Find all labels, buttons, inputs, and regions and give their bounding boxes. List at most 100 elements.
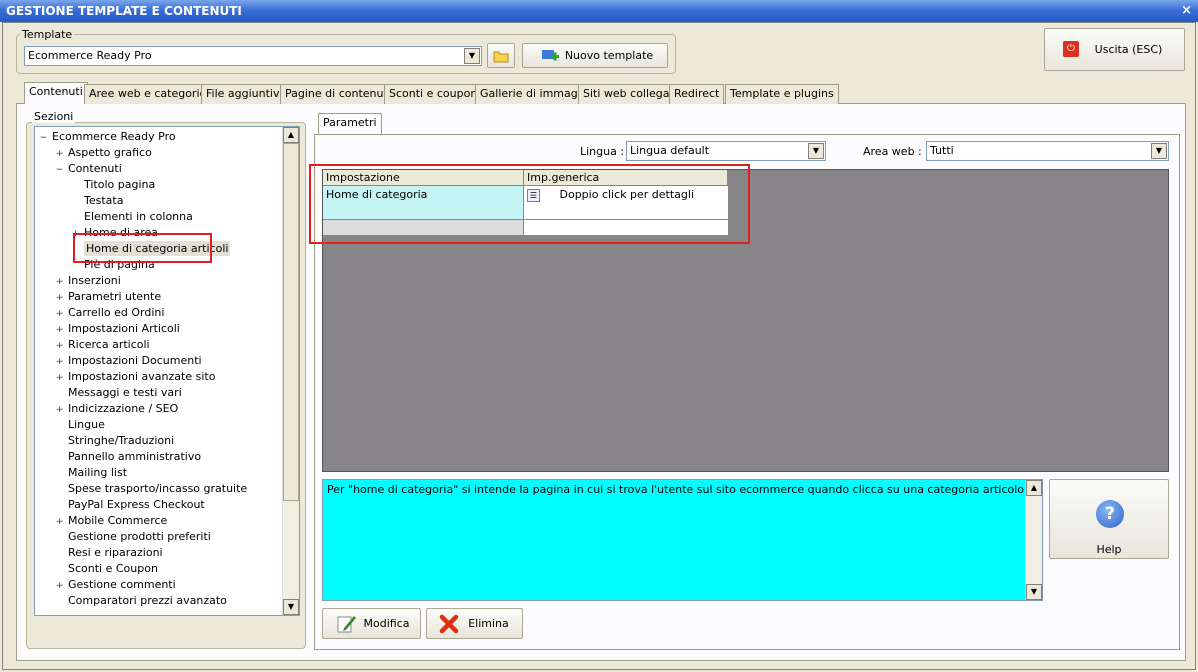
- close-icon[interactable]: ×: [1181, 0, 1192, 22]
- tree-item[interactable]: Elementi in colonna: [71, 209, 193, 225]
- tree-item[interactable]: + Ricerca articoli: [55, 337, 150, 353]
- help-button[interactable]: ? Help: [1049, 479, 1169, 559]
- open-folder-button[interactable]: [487, 43, 515, 68]
- expand-icon[interactable]: +: [55, 358, 64, 367]
- tree-item-label: Pannello amministrativo: [68, 450, 202, 463]
- area-web-select[interactable]: Tutti ▼: [926, 141, 1169, 161]
- tree-item[interactable]: + Inserzioni: [55, 273, 121, 289]
- tree-item-label: Impostazioni avanzate sito: [68, 370, 216, 383]
- scroll-down-icon[interactable]: ▼: [1026, 584, 1042, 600]
- tree-item[interactable]: Spese trasporto/incasso gratuite: [55, 481, 247, 497]
- template-select-value: Ecommerce Ready Pro: [28, 49, 152, 62]
- tab-contenuti[interactable]: Contenuti: [24, 82, 88, 104]
- tree-item-label: Ricerca articoli: [68, 338, 150, 351]
- area-web-label: Area web :: [863, 145, 922, 158]
- tree-root[interactable]: − Ecommerce Ready Pro: [39, 129, 176, 145]
- tree-item-label: Aspetto grafico: [68, 146, 152, 159]
- tree-scrollbar[interactable]: ▲ ▼: [282, 127, 299, 615]
- expand-icon[interactable]: +: [55, 582, 64, 591]
- tree-item-label: Testata: [84, 194, 124, 207]
- tree-item-label: Indicizzazione / SEO: [68, 402, 179, 415]
- tab-template-plugins[interactable]: Template e plugins: [725, 84, 839, 104]
- scroll-down-icon[interactable]: ▼: [283, 599, 299, 615]
- expand-icon[interactable]: +: [55, 518, 64, 527]
- tree-item[interactable]: + Carrello ed Ordini: [55, 305, 165, 321]
- exit-button[interactable]: ⏻ Uscita (ESC): [1044, 28, 1185, 71]
- tree-item-label: Mobile Commerce: [68, 514, 168, 527]
- description-text: Per "home di categoria" si intende la pa…: [327, 483, 1028, 496]
- chevron-down-icon[interactable]: ▼: [1151, 143, 1167, 159]
- elimina-button[interactable]: Elimina: [426, 608, 523, 639]
- new-template-button[interactable]: Nuovo template: [522, 43, 668, 68]
- tree-item[interactable]: Testata: [71, 193, 123, 209]
- collapse-icon[interactable]: −: [55, 166, 64, 175]
- scroll-thumb[interactable]: [283, 143, 299, 501]
- tab-siti-collegati[interactable]: Siti web collegati: [578, 84, 682, 104]
- tree-item-label: Elementi in colonna: [84, 210, 193, 223]
- tree-item[interactable]: Titolo pagina: [71, 177, 155, 193]
- tab-parametri[interactable]: Parametri: [318, 113, 382, 135]
- sections-tree[interactable]: − Ecommerce Ready Pro + Aspetto grafico − Con…: [34, 126, 300, 616]
- expand-icon[interactable]: +: [55, 150, 64, 159]
- collapse-icon[interactable]: −: [39, 134, 48, 143]
- scroll-up-icon[interactable]: ▲: [283, 127, 299, 143]
- tab-file-aggiuntivi[interactable]: File aggiuntivi: [201, 84, 288, 104]
- help-label: Help: [1096, 543, 1122, 556]
- tree-item-label: Stringhe/Traduzioni: [68, 434, 175, 447]
- tree-item-label: Contenuti: [68, 162, 122, 175]
- tree-item[interactable]: Messaggi e testi vari: [55, 385, 182, 401]
- tree-item-label: Impostazioni Articoli: [68, 322, 180, 335]
- chevron-down-icon[interactable]: ▼: [808, 143, 824, 159]
- sezioni-label: Sezioni: [32, 110, 76, 123]
- tree-item-label: Mailing list: [68, 466, 128, 479]
- tree-item[interactable]: PayPal Express Checkout: [55, 497, 205, 513]
- tree-item[interactable]: Sconti e Coupon: [55, 561, 158, 577]
- tab-sconti-coupon[interactable]: Sconti e coupon: [384, 84, 483, 104]
- tree-item[interactable]: Stringhe/Traduzioni: [55, 433, 174, 449]
- tree-item[interactable]: − Contenuti: [55, 161, 122, 177]
- tree-item[interactable]: + Impostazioni Articoli: [55, 321, 180, 337]
- tree-item[interactable]: + Impostazioni avanzate sito: [55, 369, 216, 385]
- tree-item[interactable]: + Aspetto grafico: [55, 145, 152, 161]
- tree-item-label: Inserzioni: [68, 274, 121, 287]
- exit-icon: ⏻: [1063, 41, 1079, 57]
- expand-icon[interactable]: +: [55, 342, 64, 351]
- tab-pagine-contenuti[interactable]: Pagine di contenuti: [280, 84, 396, 104]
- help-icon: ?: [1096, 500, 1124, 528]
- expand-icon[interactable]: +: [55, 278, 64, 287]
- tree-item[interactable]: Mailing list: [55, 465, 127, 481]
- description-box[interactable]: Per "home di categoria" si intende la pa…: [322, 479, 1043, 601]
- tree-item[interactable]: + Impostazioni Documenti: [55, 353, 202, 369]
- modifica-button[interactable]: Modifica: [322, 608, 421, 639]
- exit-label: Uscita (ESC): [1094, 43, 1163, 56]
- tree-root-label: Ecommerce Ready Pro: [52, 130, 176, 143]
- window-titlebar: GESTIONE TEMPLATE E CONTENUTI ×: [0, 0, 1198, 22]
- window-title: GESTIONE TEMPLATE E CONTENUTI: [6, 4, 242, 18]
- expand-icon[interactable]: +: [55, 310, 64, 319]
- lingua-select[interactable]: Lingua default ▼: [626, 141, 826, 161]
- expand-icon[interactable]: +: [55, 406, 64, 415]
- folder-icon: [493, 51, 509, 63]
- tree-item-label: Gestione prodotti preferiti: [68, 530, 211, 543]
- tree-item[interactable]: + Mobile Commerce: [55, 513, 168, 529]
- tree-item[interactable]: + Gestione commenti: [55, 577, 176, 593]
- tree-item[interactable]: Gestione prodotti preferiti: [55, 529, 211, 545]
- chevron-down-icon[interactable]: ▼: [464, 48, 480, 64]
- expand-icon[interactable]: +: [55, 326, 64, 335]
- scroll-up-icon[interactable]: ▲: [1026, 480, 1042, 496]
- tree-item-label: Messaggi e testi vari: [68, 386, 182, 399]
- expand-icon[interactable]: +: [55, 374, 64, 383]
- tree-item[interactable]: Pannello amministrativo: [55, 449, 201, 465]
- tab-redirect[interactable]: Redirect: [669, 84, 725, 104]
- tree-item[interactable]: Lingue: [55, 417, 105, 433]
- expand-icon[interactable]: +: [55, 294, 64, 303]
- description-scrollbar[interactable]: ▲ ▼: [1025, 480, 1042, 600]
- tree-item-label: Lingue: [68, 418, 105, 431]
- tree-item[interactable]: + Indicizzazione / SEO: [55, 401, 179, 417]
- add-template-icon: [542, 50, 559, 61]
- template-select[interactable]: Ecommerce Ready Pro ▼: [24, 46, 482, 66]
- tree-item[interactable]: Comparatori prezzi avanzato: [55, 593, 227, 609]
- tree-item[interactable]: + Parametri utente: [55, 289, 161, 305]
- tab-aree-web[interactable]: Aree web e categorie: [84, 84, 212, 104]
- tree-item[interactable]: Resi e riparazioni: [55, 545, 163, 561]
